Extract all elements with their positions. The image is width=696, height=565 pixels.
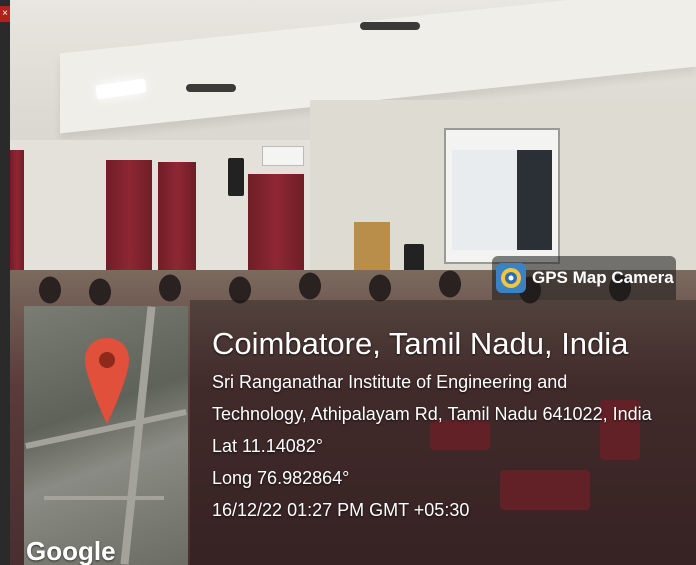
map-thumbnail[interactable]: Google (24, 306, 188, 565)
gps-map-camera-logo-icon (496, 263, 526, 293)
gps-map-camera-title: GPS Map Camera (532, 268, 674, 287)
curtain (106, 160, 152, 280)
timestamp: 16/12/22 01:27 PM GMT +05:30 (212, 500, 470, 520)
google-logo: Google (26, 536, 116, 565)
map-road (44, 496, 164, 500)
location-info: Coimbatore, Tamil Nadu, India Sri Rangan… (212, 322, 652, 526)
projected-content (452, 150, 552, 250)
address-line-1: Sri Ranganathar Institute of Engineering… (212, 372, 568, 392)
curtain (158, 162, 196, 272)
latitude: Lat 11.14082° (212, 436, 323, 456)
left-edge-strip: × (0, 0, 10, 565)
air-conditioner (262, 146, 304, 166)
curtain (10, 150, 24, 290)
location-city: Coimbatore, Tamil Nadu, India (212, 326, 629, 361)
photo-background: × GPS Map Camera Google Coimbatore, Tami… (0, 0, 696, 565)
wall-speaker (228, 158, 244, 196)
podium (354, 222, 390, 272)
projector-screen (444, 128, 560, 264)
gps-map-camera-badge: GPS Map Camera (492, 256, 676, 300)
map-pin-icon (85, 338, 129, 424)
ceiling-fan (360, 22, 420, 30)
close-icon[interactable]: × (0, 6, 10, 22)
longitude: Long 76.982864° (212, 468, 350, 488)
curtain (248, 174, 304, 274)
address-line-2: Technology, Athipalayam Rd, Tamil Nadu 6… (212, 404, 652, 424)
ceiling-fan (186, 84, 236, 92)
